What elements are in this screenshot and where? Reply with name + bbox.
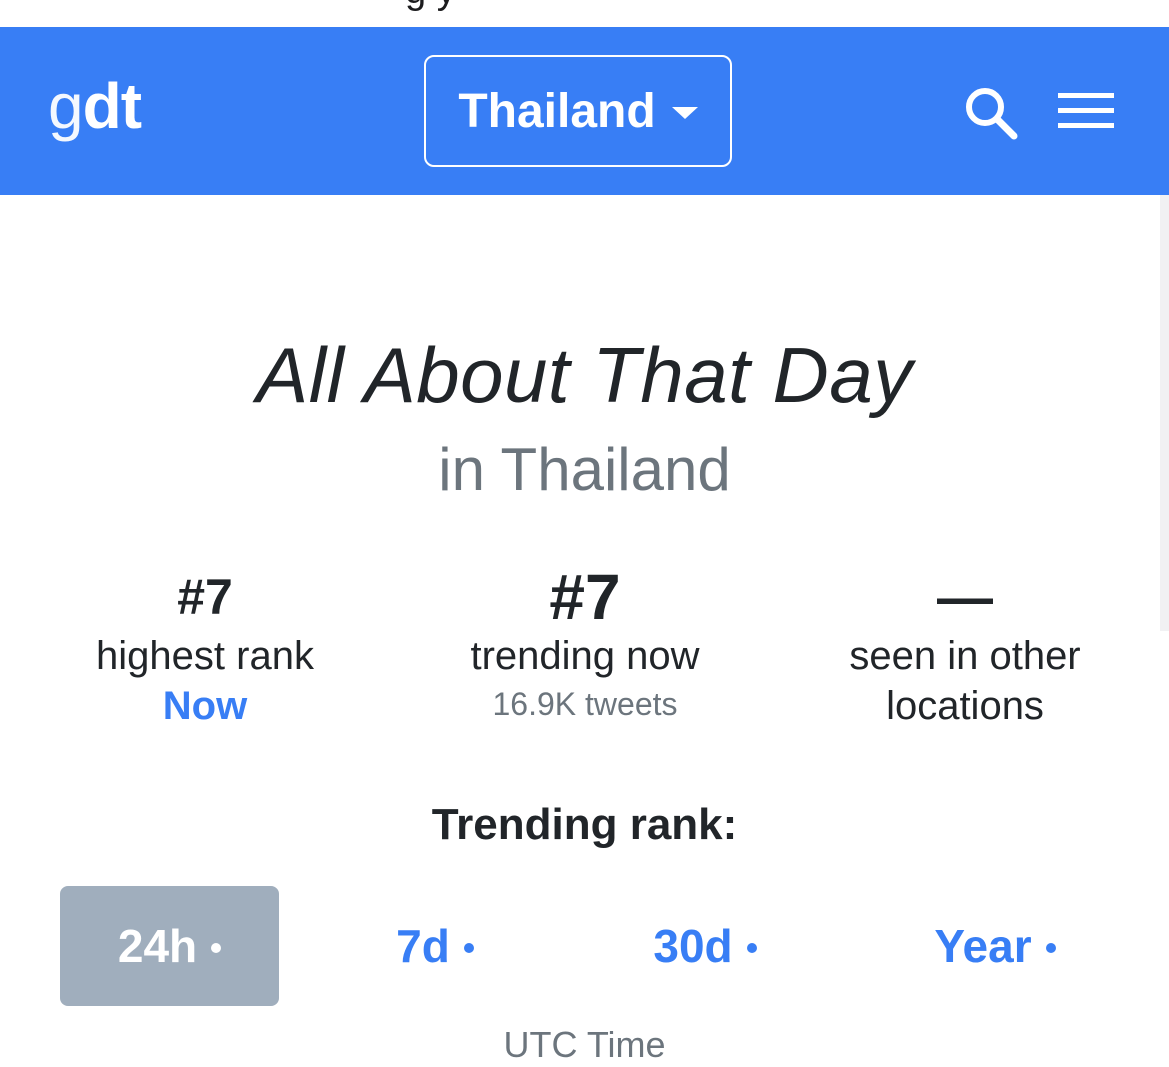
location-dropdown-button[interactable]: Thailand — [424, 55, 732, 167]
stat-trending-now: #7 trending now 16.9K tweets — [390, 563, 780, 727]
tweet-count: 16.9K tweets — [492, 686, 678, 722]
cutoff-text: g y — [405, 0, 456, 13]
tab-year[interactable]: Year — [880, 886, 1110, 1006]
top-navbar: gdt Thailand — [0, 27, 1169, 195]
tab-30d[interactable]: 30d — [600, 886, 810, 1006]
brand-logo[interactable]: gdt — [48, 70, 142, 142]
tab-7d[interactable]: 7d — [330, 886, 540, 1006]
highest-rank-value: #7 — [177, 569, 233, 625]
trend-location-subtitle: in Thailand — [438, 436, 731, 503]
stat-highest-rank: #7 highest rank Now — [10, 563, 400, 731]
trending-now-value: #7 — [549, 561, 621, 633]
trend-title: All About That Day — [256, 331, 913, 419]
other-locations-label-line2: locations — [886, 684, 1044, 728]
tab-24h[interactable]: 24h — [60, 886, 279, 1006]
tab-24h-label: 24h — [117, 920, 198, 972]
highest-rank-time-link[interactable]: Now — [10, 681, 400, 731]
hamburger-menu-icon[interactable] — [1058, 89, 1114, 133]
utc-time-note: UTC Time — [503, 1024, 666, 1065]
dot-icon — [211, 943, 222, 953]
trending-now-label: trending now — [470, 634, 700, 678]
dot-icon — [746, 943, 757, 953]
stat-other-locations: — seen in other locations — [770, 563, 1160, 731]
other-locations-value: — — [937, 565, 993, 628]
dot-icon — [463, 943, 474, 953]
other-locations-label-line1: seen in other — [849, 634, 1081, 678]
tab-7d-label: 7d — [396, 920, 450, 972]
brand-logo-bold: dt — [82, 70, 142, 142]
caret-down-icon — [671, 107, 698, 119]
search-icon[interactable] — [962, 85, 1020, 141]
tab-30d-label: 30d — [653, 920, 733, 972]
location-label: Thailand — [458, 84, 656, 138]
dot-icon — [1045, 943, 1056, 953]
tab-year-label: Year — [934, 920, 1032, 972]
top-cutoff-strip: g y — [0, 0, 1169, 27]
brand-logo-light: g — [48, 70, 84, 142]
trending-rank-heading: Trending rank: — [431, 800, 738, 849]
highest-rank-label: highest rank — [96, 634, 314, 678]
